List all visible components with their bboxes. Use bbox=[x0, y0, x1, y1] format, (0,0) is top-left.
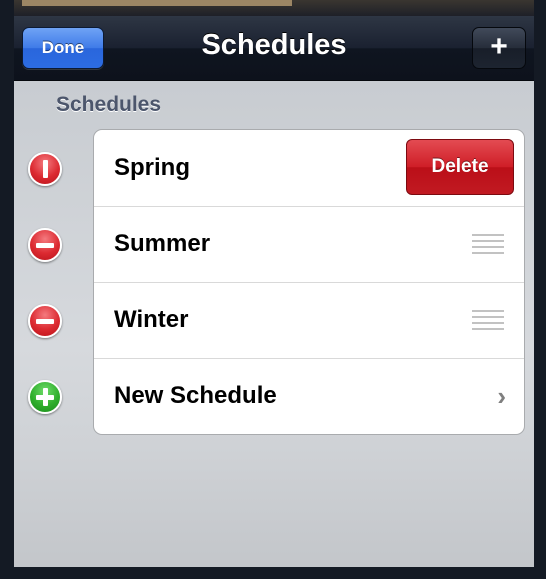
section-header: Schedules bbox=[56, 93, 162, 116]
list-item-label: Winter bbox=[114, 306, 189, 333]
minus-circle-icon[interactable] bbox=[28, 228, 62, 262]
app-frame: Done Schedules + Schedules Spring Delete bbox=[0, 0, 546, 579]
list-item-spring[interactable]: Spring Delete bbox=[94, 130, 524, 207]
schedules-list: Spring Delete Summer Winter New Schedule… bbox=[93, 129, 525, 435]
page-title: Schedules bbox=[201, 29, 347, 61]
table-view[interactable]: Schedules Spring Delete Summer Winter Ne… bbox=[14, 81, 534, 567]
background-strip bbox=[22, 0, 292, 6]
status-strip bbox=[14, 0, 534, 16]
minus-circle-icon[interactable] bbox=[28, 304, 62, 338]
list-item-new-schedule[interactable]: New Schedule › bbox=[94, 358, 524, 434]
plus-circle-icon[interactable] bbox=[28, 380, 62, 414]
list-item-label: Spring bbox=[114, 154, 190, 181]
delete-button[interactable]: Delete bbox=[406, 139, 514, 195]
navigation-bar: Done Schedules + bbox=[14, 16, 534, 81]
reorder-grabber-icon[interactable] bbox=[472, 234, 504, 254]
plus-icon: + bbox=[490, 30, 508, 63]
list-item-winter[interactable]: Winter bbox=[94, 282, 524, 359]
add-schedule-button[interactable]: + bbox=[472, 27, 526, 69]
minus-circle-icon[interactable] bbox=[28, 152, 62, 186]
list-item-summer[interactable]: Summer bbox=[94, 206, 524, 283]
list-item-label: New Schedule bbox=[114, 382, 277, 409]
list-item-label: Summer bbox=[114, 230, 211, 257]
chevron-right-icon: › bbox=[497, 381, 506, 411]
reorder-grabber-icon[interactable] bbox=[472, 310, 504, 330]
